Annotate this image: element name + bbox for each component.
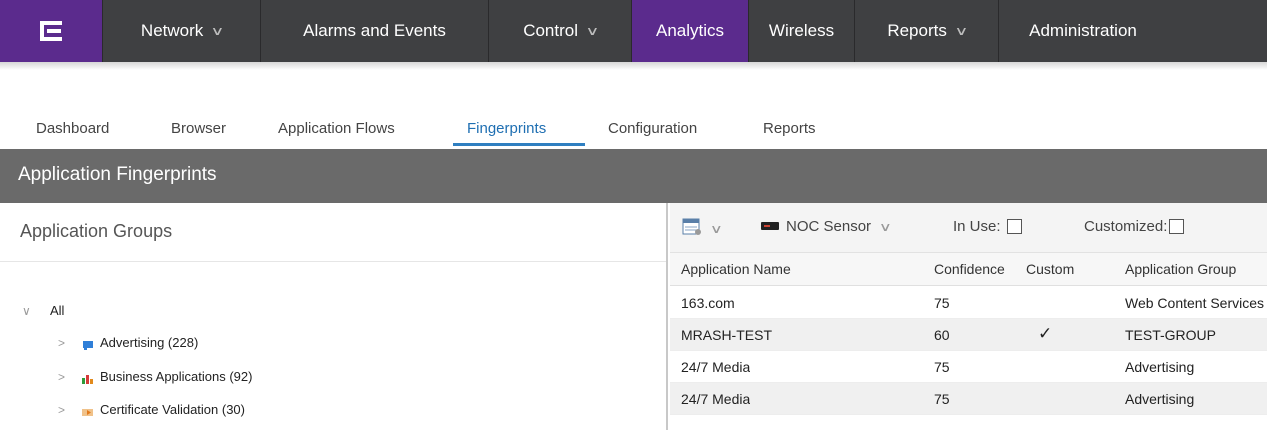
nav-wireless-label: Wireless bbox=[768, 21, 835, 40]
cell-application-name: MRASH-TEST bbox=[681, 327, 772, 343]
cell-confidence: 60 bbox=[934, 327, 950, 343]
sensor-icon bbox=[760, 218, 780, 235]
tab-reports[interactable]: Reports bbox=[763, 120, 816, 137]
in-use-label: In Use: bbox=[953, 218, 1001, 235]
column-header-application-name[interactable]: Application Name bbox=[681, 261, 791, 277]
tab-configuration[interactable]: Configuration bbox=[608, 120, 697, 137]
chevron-right-icon[interactable]: > bbox=[58, 370, 74, 384]
tab-application-flows[interactable]: Application Flows bbox=[278, 120, 395, 137]
table-menu-button[interactable]: ∨ bbox=[682, 218, 723, 240]
tree-node-label: All bbox=[50, 303, 65, 318]
cell-application-name: 163.com bbox=[681, 295, 735, 311]
sensor-selector[interactable]: NOC Sensor ∨ bbox=[760, 218, 893, 235]
tree-node-all[interactable]: ∨ All bbox=[22, 303, 64, 318]
nav-reports[interactable]: Reports ∨ bbox=[855, 0, 999, 62]
in-use-filter: In Use: bbox=[953, 218, 1022, 235]
analytics-subtabs: Dashboard Browser Application Flows Fing… bbox=[0, 112, 1267, 148]
tree-node-label: Business Applications (92) bbox=[100, 369, 253, 384]
grid-header: Application Name Confidence Custom Appli… bbox=[670, 253, 1267, 286]
cell-application-group: Advertising bbox=[1125, 359, 1195, 375]
table-row[interactable]: 24/7 Media 75 Advertising bbox=[670, 383, 1267, 415]
tab-fingerprints[interactable]: Fingerprints bbox=[467, 120, 546, 137]
chevron-down-icon: ∨ bbox=[954, 24, 969, 38]
tree-node-business-applications[interactable]: > Business Applications (92) bbox=[58, 369, 252, 384]
cell-application-group: TEST-GROUP bbox=[1125, 327, 1217, 343]
nav-wireless[interactable]: Wireless bbox=[749, 0, 855, 62]
sensor-name: NOC Sensor bbox=[786, 218, 872, 235]
tree-node-certificate-validation[interactable]: > Certificate Validation (30) bbox=[58, 402, 245, 417]
application-groups-title: Application Groups bbox=[20, 221, 173, 241]
nav-administration[interactable]: Administration bbox=[999, 0, 1167, 62]
chevron-down-icon: ∨ bbox=[878, 219, 893, 234]
nav-network[interactable]: Network ∨ bbox=[103, 0, 261, 62]
chevron-down-icon[interactable]: ∨ bbox=[22, 304, 38, 318]
tab-browser[interactable]: Browser bbox=[171, 120, 226, 137]
table-row[interactable]: MRASH-TEST 60 ✓ TEST-GROUP bbox=[670, 319, 1267, 351]
column-header-confidence[interactable]: Confidence bbox=[934, 261, 1026, 277]
tree-node-advertising[interactable]: > Advertising (228) bbox=[58, 335, 198, 350]
table-menu-icon bbox=[682, 218, 702, 240]
active-tab-indicator bbox=[453, 143, 585, 146]
nav-alarms-and-events[interactable]: Alarms and Events bbox=[261, 0, 489, 62]
chevron-down-icon: ∨ bbox=[709, 222, 723, 236]
page-title: Application Fingerprints bbox=[18, 164, 217, 185]
cell-custom: ✓ bbox=[1038, 324, 1053, 343]
nav-control[interactable]: Control ∨ bbox=[489, 0, 632, 62]
cell-application-group: Web Content Services bbox=[1125, 295, 1265, 311]
nav-shadow bbox=[0, 62, 1267, 70]
cell-application-name: 24/7 Media bbox=[681, 359, 751, 375]
chevron-down-icon: ∨ bbox=[210, 24, 225, 38]
column-header-application-group[interactable]: Application Group bbox=[1125, 261, 1267, 277]
tree-node-label: Advertising (228) bbox=[100, 335, 199, 350]
column-header-custom[interactable]: Custom bbox=[1026, 261, 1074, 277]
nav-administration-label: Administration bbox=[1029, 21, 1137, 40]
divider bbox=[0, 261, 666, 262]
fingerprints-grid-panel: ∨ NOC Sensor ∨ In Use: Customized: Appli… bbox=[670, 203, 1267, 430]
section-header: Application Fingerprints bbox=[0, 149, 1267, 203]
grid-toolbar: ∨ NOC Sensor ∨ In Use: Customized: bbox=[670, 203, 1267, 253]
tree-node-label: Certificate Validation (30) bbox=[100, 402, 245, 417]
cell-confidence: 75 bbox=[934, 295, 950, 311]
certificate-icon bbox=[82, 405, 94, 416]
advertising-icon bbox=[82, 338, 94, 350]
chevron-right-icon[interactable]: > bbox=[58, 336, 74, 350]
cell-confidence: 75 bbox=[934, 359, 950, 375]
nav-alarms-label: Alarms and Events bbox=[303, 21, 446, 40]
bar-chart-icon bbox=[82, 372, 94, 384]
customized-filter: Customized: bbox=[1084, 218, 1185, 235]
cell-application-group: Advertising bbox=[1125, 391, 1195, 407]
chevron-right-icon[interactable]: > bbox=[58, 403, 74, 417]
top-navigation: Network ∨ Alarms and Events Control ∨ An… bbox=[0, 0, 1267, 62]
chevron-down-icon: ∨ bbox=[585, 24, 600, 38]
nav-network-label: Network bbox=[140, 21, 204, 40]
nav-control-label: Control bbox=[523, 21, 578, 40]
cell-confidence: 75 bbox=[934, 391, 950, 407]
table-row[interactable]: 24/7 Media 75 Advertising bbox=[670, 351, 1267, 383]
customized-checkbox[interactable] bbox=[1169, 219, 1185, 234]
application-groups-panel: Application Groups ∨ All > Advertising (… bbox=[0, 203, 668, 430]
cell-application-name: 24/7 Media bbox=[681, 391, 751, 407]
tab-dashboard[interactable]: Dashboard bbox=[36, 120, 109, 137]
nav-analytics-label: Analytics bbox=[655, 21, 725, 40]
customized-label: Customized: bbox=[1084, 218, 1168, 235]
nav-analytics[interactable]: Analytics bbox=[632, 0, 749, 62]
nav-reports-label: Reports bbox=[887, 21, 947, 40]
extreme-logo-icon[interactable] bbox=[0, 0, 103, 62]
in-use-checkbox[interactable] bbox=[1006, 219, 1022, 234]
table-row[interactable]: 163.com 75 Web Content Services bbox=[670, 287, 1267, 319]
